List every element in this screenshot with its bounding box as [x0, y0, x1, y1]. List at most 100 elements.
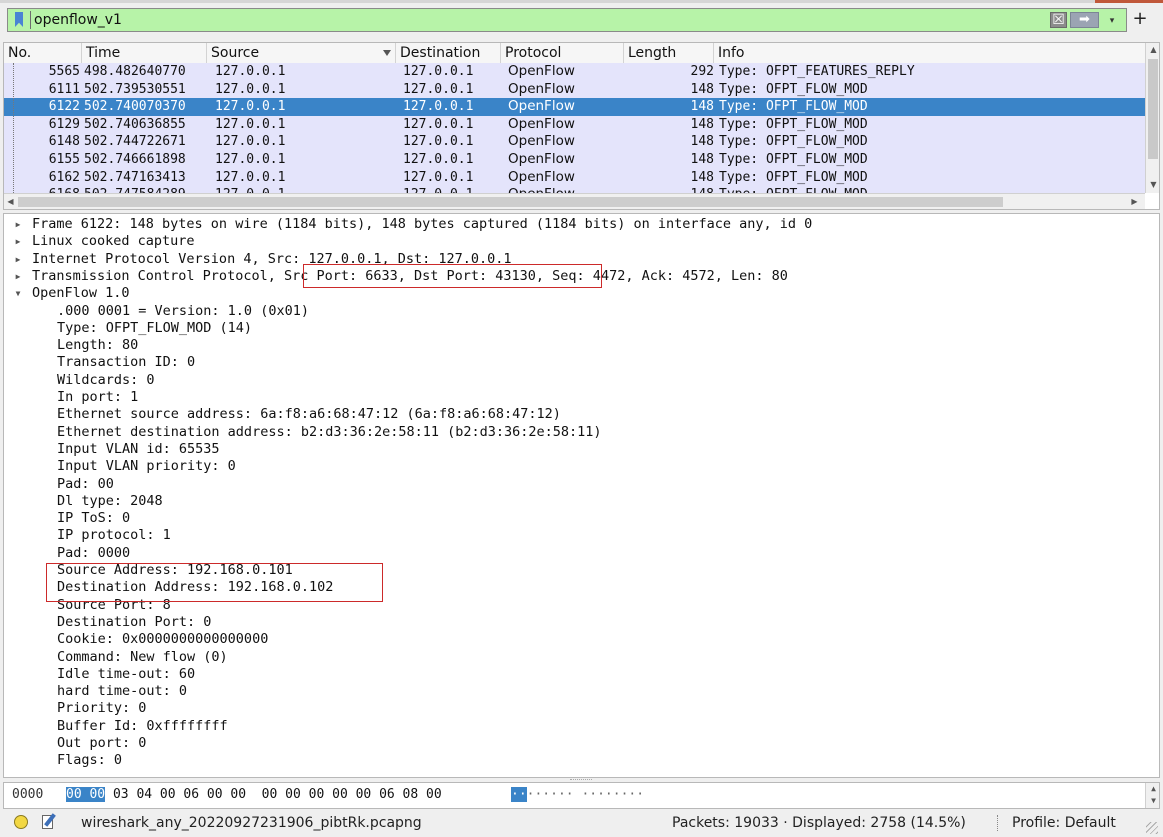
clear-filter-icon[interactable]: ☒	[1050, 12, 1067, 28]
bookmark-icon	[15, 12, 23, 27]
tree-subitem[interactable]: IP protocol: 1	[4, 527, 1154, 544]
bytes-ascii-rest[interactable]: ······ ········	[527, 787, 644, 802]
table-row[interactable]: 6122 502.740070370 127.0.0.1 127.0.0.1 OpenF…	[4, 98, 1145, 116]
table-row[interactable]: 5565 498.482640770 127.0.0.1 127.0.0.1 OpenF…	[4, 63, 1145, 81]
cell-source: 127.0.0.1	[215, 169, 286, 185]
dropdown-icon[interactable]: ▾	[1104, 13, 1120, 29]
table-row[interactable]: 6155 502.746661898 127.0.0.1 127.0.0.1 OpenF…	[4, 150, 1145, 169]
cell-no: 6162	[48, 169, 80, 185]
scroll-right-icon[interactable]: ▶	[1130, 197, 1139, 207]
packet-details-tree[interactable]: ▶ Frame 6122: 148 bytes on wire (1184 bit…	[3, 213, 1160, 778]
bytes-scrollbar[interactable]: ▲ ▼	[1145, 783, 1159, 808]
scroll-down-icon[interactable]: ▼	[1149, 180, 1158, 189]
tree-subitem[interactable]: Dl type: 2048	[4, 493, 1154, 510]
expand-arrow-icon[interactable]: ▼	[13, 285, 23, 302]
bytes-ascii-selected[interactable]: ··	[511, 787, 527, 802]
bytes-hex-selected[interactable]: 00 00	[66, 787, 106, 802]
scroll-thumb[interactable]	[1148, 59, 1158, 159]
packet-list[interactable]: No. Time Source Destination Protocol Len…	[3, 42, 1160, 210]
bytes-hex-rest[interactable]: 03 04 00 06 00 00 00 00 00 00 00 06 08 0…	[105, 787, 442, 802]
table-row[interactable]: 6148 502.744722671 127.0.0.1 127.0.0.1 OpenF…	[4, 133, 1145, 151]
cell-source: 127.0.0.1	[215, 64, 286, 79]
tree-item-label: Input VLAN priority: 0	[57, 458, 236, 475]
tree-subitem[interactable]: Destination Port: 0	[4, 614, 1154, 631]
tree-subitem[interactable]: Pad: 00	[4, 476, 1154, 493]
table-row[interactable]: 6111 502.739530551 127.0.0.1 127.0.0.1 OpenF…	[4, 80, 1145, 99]
tree-item-label: Type: OFPT_FLOW_MOD (14)	[57, 319, 253, 336]
cell-time: 502.740636855	[84, 116, 186, 132]
filter-text[interactable]: openflow_v1	[34, 12, 122, 28]
cell-source: 127.0.0.1	[215, 99, 286, 115]
cell-no: 6129	[48, 116, 80, 132]
tree-subitem[interactable]: Pad: 0000	[4, 545, 1154, 562]
expand-arrow-icon[interactable]: ▶	[13, 251, 23, 268]
tree-item[interactable]: ▶ Linux cooked capture	[4, 233, 1154, 250]
tree-subitem[interactable]: Buffer Id: 0xffffffff	[4, 718, 1154, 735]
column-header-source[interactable]: Source	[207, 43, 396, 63]
column-header-no[interactable]: No.	[4, 43, 82, 63]
conversation-line	[13, 63, 14, 201]
column-header-time[interactable]: Time	[82, 43, 207, 63]
tree-subitem[interactable]: IP ToS: 0	[4, 510, 1154, 527]
packet-list-vertical-scrollbar[interactable]: ▲ ▼	[1145, 43, 1159, 193]
tree-item[interactable]: ▶ Frame 6122: 148 bytes on wire (1184 bit…	[4, 216, 1154, 233]
cell-info: Type: OFPT_FEATURES_REPLY	[719, 64, 915, 79]
filter-bookmark-button[interactable]	[10, 11, 28, 29]
column-header-info[interactable]: Info	[714, 43, 1145, 63]
tree-subitem[interactable]: Command: New flow (0)	[4, 649, 1154, 666]
tree-subitem[interactable]: hard time-out: 0	[4, 683, 1154, 700]
tree-item-label: Frame 6122: 148 bytes on wire (1184 bits…	[32, 216, 813, 232]
table-row[interactable]: 6162 502.747163413 127.0.0.1 127.0.0.1 OpenF…	[4, 168, 1145, 187]
tree-subitem[interactable]: Input VLAN id: 65535	[4, 441, 1154, 458]
tree-subitem[interactable]: Priority: 0	[4, 700, 1154, 717]
horizontal-scroll-thumb[interactable]	[18, 197, 1003, 207]
profile-switcher[interactable]: Profile: Default	[1012, 815, 1116, 831]
tree-subitem[interactable]: Cookie: 0x0000000000000000	[4, 631, 1154, 648]
tree-item-label: OpenFlow 1.0	[32, 285, 130, 302]
status-led-icon[interactable]	[14, 815, 28, 829]
tree-subitem[interactable]: Out port: 0	[4, 735, 1154, 752]
bytes-ascii: ········ ········	[511, 787, 644, 802]
tree-subitem[interactable]: Length: 80	[4, 337, 1154, 354]
column-header-protocol[interactable]: Protocol	[501, 43, 624, 63]
tree-subitem[interactable]: Idle time-out: 60	[4, 666, 1154, 683]
cell-info: Type: OFPT_FLOW_MOD	[719, 151, 868, 167]
apply-filter-icon[interactable]: ➡	[1070, 12, 1099, 28]
table-row[interactable]: 6129 502.740636855 127.0.0.1 127.0.0.1 OpenF…	[4, 115, 1145, 134]
tree-subitem[interactable]: Ethernet destination address: b2:d3:36:2…	[4, 424, 1154, 441]
add-icon[interactable]: +	[1131, 10, 1149, 28]
tree-subitem[interactable]: Ethernet source address: 6a:f8:a6:68:47:…	[4, 406, 1154, 423]
packet-bytes-pane[interactable]: 0000 00 00 03 04 00 06 00 00 00 00 00 00…	[3, 782, 1160, 809]
tree-subitem[interactable]: Type: OFPT_FLOW_MOD (14)	[4, 320, 1154, 337]
tree-subitem[interactable]: In port: 1	[4, 389, 1154, 406]
tree-item-label: Ethernet destination address: b2:d3:36:2…	[57, 423, 602, 440]
scroll-up-icon[interactable]: ▲	[1149, 45, 1158, 54]
capture-file-name: wireshark_any_20220927231906_pibtRk.pcap…	[81, 815, 422, 831]
tree-subitem[interactable]: Flags: 0	[4, 752, 1154, 769]
cell-length: 148	[690, 99, 714, 115]
tree-subitem[interactable]: Input VLAN priority: 0	[4, 458, 1154, 475]
expand-arrow-icon[interactable]: ▶	[13, 268, 23, 285]
cell-destination: 127.0.0.1	[403, 116, 474, 132]
tree-subitem[interactable]: .000 0001 = Version: 1.0 (0x01)	[4, 303, 1154, 320]
column-header-length[interactable]: Length	[624, 43, 714, 63]
tree-item-label: Dl type: 2048	[57, 492, 163, 509]
filter-toolbar: openflow_v1 ☒ ➡ ▾ +	[0, 3, 1163, 39]
display-filter-input[interactable]: openflow_v1 ☒ ➡ ▾	[7, 8, 1127, 32]
edit-comment-icon[interactable]	[41, 813, 57, 831]
expand-arrow-icon[interactable]: ▶	[13, 216, 23, 233]
packet-list-horizontal-scrollbar[interactable]: ◀ ▶	[4, 193, 1145, 209]
scroll-left-icon[interactable]: ◀	[6, 197, 15, 207]
cell-length: 148	[690, 151, 714, 167]
cell-no: 5565	[48, 64, 80, 79]
expand-arrow-icon[interactable]: ▶	[13, 233, 23, 250]
resize-grip[interactable]	[1146, 822, 1158, 834]
tree-item-label: Command: New flow (0)	[57, 648, 228, 665]
tree-item-label: Length: 80	[57, 337, 139, 354]
tree-subitem[interactable]: Wildcards: 0	[4, 372, 1154, 389]
column-header-destination[interactable]: Destination	[396, 43, 501, 63]
cell-time: 502.744722671	[84, 134, 186, 150]
tree-subitem[interactable]: Transaction ID: 0	[4, 354, 1154, 371]
cell-length: 148	[690, 169, 714, 185]
cell-length: 148	[690, 134, 714, 150]
